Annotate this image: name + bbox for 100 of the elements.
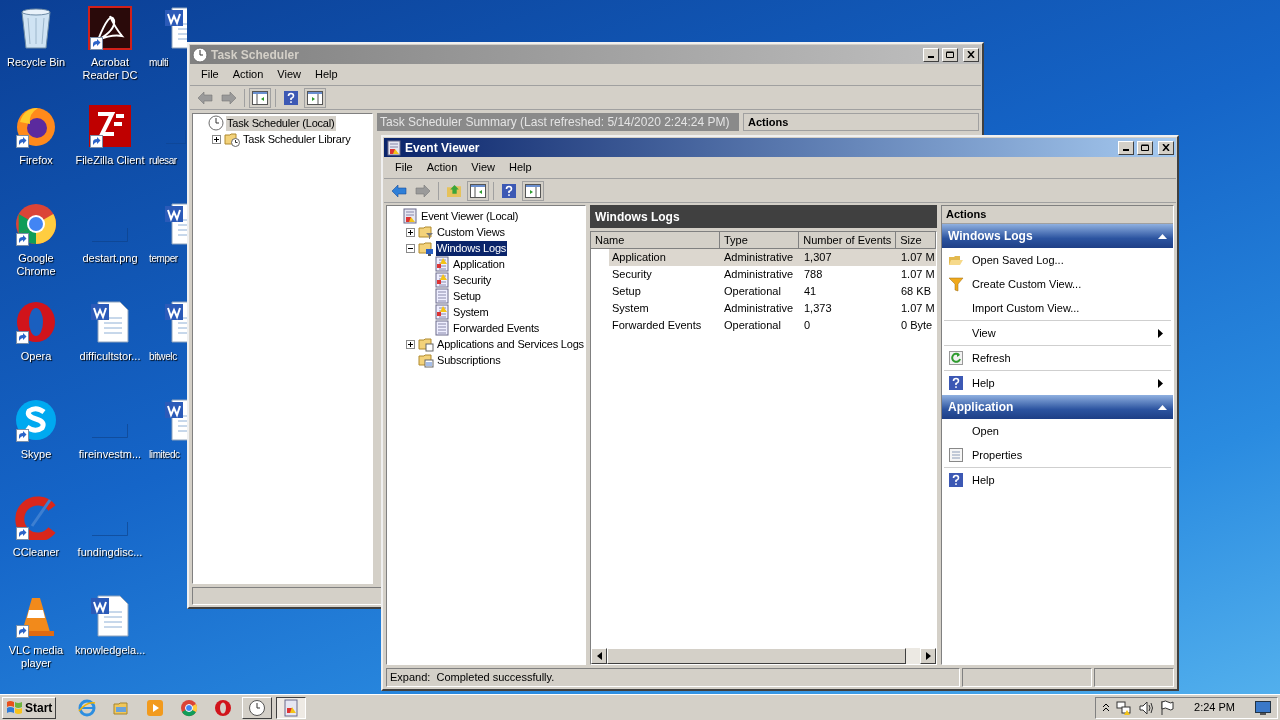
tree-item[interactable]: Applications and Services Logs [436, 336, 585, 352]
action-label: View [972, 325, 997, 341]
clock-icon [248, 698, 267, 717]
close-button[interactable] [1158, 140, 1174, 155]
action-link[interactable]: Help [944, 468, 1171, 492]
show-desktop-icon[interactable] [1255, 700, 1271, 715]
maximize-button[interactable] [942, 47, 958, 62]
chevron-up-icon[interactable] [1102, 703, 1111, 712]
desktop-icon-label[interactable]: destart.png [75, 252, 145, 265]
file-thumbnail-icon [92, 424, 128, 438]
desktop-icon-label[interactable]: Recycle Bin [1, 56, 71, 69]
show-tree-button[interactable] [249, 87, 271, 108]
menu-item[interactable]: View [270, 66, 308, 83]
desktop-icon-label[interactable]: difficultstor... [75, 350, 145, 363]
table-cell-text: 68 KB [900, 284, 932, 300]
shortcut-arrow-icon [16, 135, 29, 148]
tree-item[interactable]: Subscriptions [436, 352, 502, 368]
action-link[interactable]: View [944, 321, 1171, 345]
action-pane-button[interactable] [522, 180, 544, 201]
desktop-icon-label[interactable]: CCleaner [1, 546, 71, 559]
tree-item[interactable]: Task Scheduler Library [242, 131, 352, 147]
action-link[interactable]: Help [944, 371, 1171, 395]
tree-item[interactable]: Forwarded Events [452, 320, 541, 336]
help-icon [283, 89, 299, 106]
status-bar: Expand: Completed successfully. [386, 668, 960, 687]
menu-item[interactable]: File [194, 66, 226, 83]
section-header[interactable]: Windows Logs [942, 224, 1173, 248]
desktop-icon-label[interactable]: FileZilla Client [75, 154, 145, 167]
tree-item[interactable]: Application [452, 256, 506, 272]
expand-icon[interactable] [406, 227, 415, 237]
menu-item[interactable]: File [388, 159, 420, 176]
tree-item[interactable]: Custom Views [436, 224, 506, 240]
action-link[interactable]: Refresh [944, 346, 1171, 370]
action-link[interactable]: Open Saved Log... [944, 248, 1171, 272]
desktop-icon-label[interactable]: Acrobat Reader DC [75, 56, 145, 82]
desktop-icon-label[interactable]: VLC media player [1, 644, 71, 670]
desktop-icon-label[interactable]: multi [149, 56, 169, 69]
tree-item[interactable]: Windows Logs [436, 240, 508, 256]
action-link[interactable]: Import Custom View... [944, 296, 1171, 320]
tree-item[interactable]: Security [452, 272, 493, 288]
desktop-icon-label[interactable]: rulesar [149, 154, 177, 167]
desktop-icon-label[interactable]: knowledgela... [75, 644, 145, 657]
tree-item[interactable]: Task Scheduler (Local) [226, 115, 336, 131]
start-button[interactable]: Start [2, 696, 57, 719]
log-row[interactable]: Forwarded Events Operational 0 0 Byte [609, 317, 936, 334]
shortcut-arrow-icon [16, 429, 29, 442]
log-viewer-icon [386, 139, 402, 156]
close-button[interactable] [963, 47, 979, 62]
show-tree-button[interactable] [467, 180, 489, 201]
log-row[interactable]: System Administrative 1,373 1.07 M [609, 300, 936, 317]
taskbar-button[interactable] [276, 696, 307, 719]
action-label: Refresh [972, 350, 1012, 366]
log-row[interactable]: Application Administrative 1,307 1.07 M [609, 249, 936, 266]
table-cell-text: Administrative [723, 301, 795, 317]
menu-item[interactable]: Help [501, 159, 539, 176]
menu-item[interactable]: Help [307, 66, 345, 83]
speaker-icon[interactable] [1138, 699, 1155, 716]
collapse-icon[interactable] [406, 243, 415, 253]
action-label: Import Custom View... [972, 300, 1081, 316]
collapse-icon[interactable] [1158, 233, 1167, 239]
clock-time[interactable]: 2:24 PM [1180, 699, 1249, 716]
menu-item[interactable]: Action [225, 66, 271, 83]
menu-item[interactable]: Action [419, 159, 465, 176]
desktop-icon-label[interactable]: Google Chrome [1, 252, 71, 278]
menu-item[interactable]: View [464, 159, 502, 176]
collapse-icon[interactable] [1158, 404, 1167, 410]
expand-icon[interactable] [212, 134, 221, 144]
log-row[interactable]: Setup Operational 41 68 KB [609, 283, 936, 300]
desktop-icon-label[interactable]: temper [149, 252, 178, 265]
maximize-button[interactable] [1137, 140, 1153, 155]
desktop-icon-label[interactable]: bitwelc [149, 350, 177, 363]
flag-icon[interactable] [1160, 699, 1175, 716]
horizontal-scrollbar[interactable] [591, 648, 936, 664]
shortcut-arrow-icon [16, 331, 29, 344]
scroll-left-icon[interactable] [596, 652, 602, 660]
desktop-icon-label[interactable]: Opera [1, 350, 71, 363]
desktop-icon-label[interactable]: Firefox [1, 154, 71, 167]
section-header[interactable]: Application [942, 395, 1173, 419]
minimize-button[interactable] [923, 47, 939, 62]
desktop-icon-label[interactable]: fundingdisc... [75, 546, 145, 559]
expand-icon[interactable] [406, 339, 415, 349]
section-title: Application [948, 399, 1014, 416]
action-link[interactable]: Properties [944, 443, 1171, 467]
action-pane-button[interactable] [304, 87, 326, 108]
tree-item[interactable]: System [452, 304, 490, 320]
action-link[interactable]: Create Custom View... [944, 272, 1171, 296]
tree-item[interactable]: Setup [452, 288, 482, 304]
refresh-icon [948, 350, 964, 366]
log-row[interactable]: Security Administrative 788 1.07 M [609, 266, 936, 283]
tree-item[interactable]: Event Viewer (Local) [420, 208, 520, 224]
scroll-right-icon[interactable] [925, 652, 931, 660]
network-icon[interactable] [1116, 699, 1133, 716]
desktop-icon-label[interactable]: limitedc [149, 448, 180, 461]
close-icon [967, 51, 975, 58]
desktop-icon-label[interactable]: fireinvestm... [75, 448, 145, 461]
table-cell-text: Application [611, 250, 667, 266]
minimize-button[interactable] [1118, 140, 1134, 155]
desktop-icon-label[interactable]: Skype [1, 448, 71, 461]
action-link[interactable]: Open [944, 419, 1171, 443]
action-label: Open Saved Log... [972, 252, 1065, 268]
